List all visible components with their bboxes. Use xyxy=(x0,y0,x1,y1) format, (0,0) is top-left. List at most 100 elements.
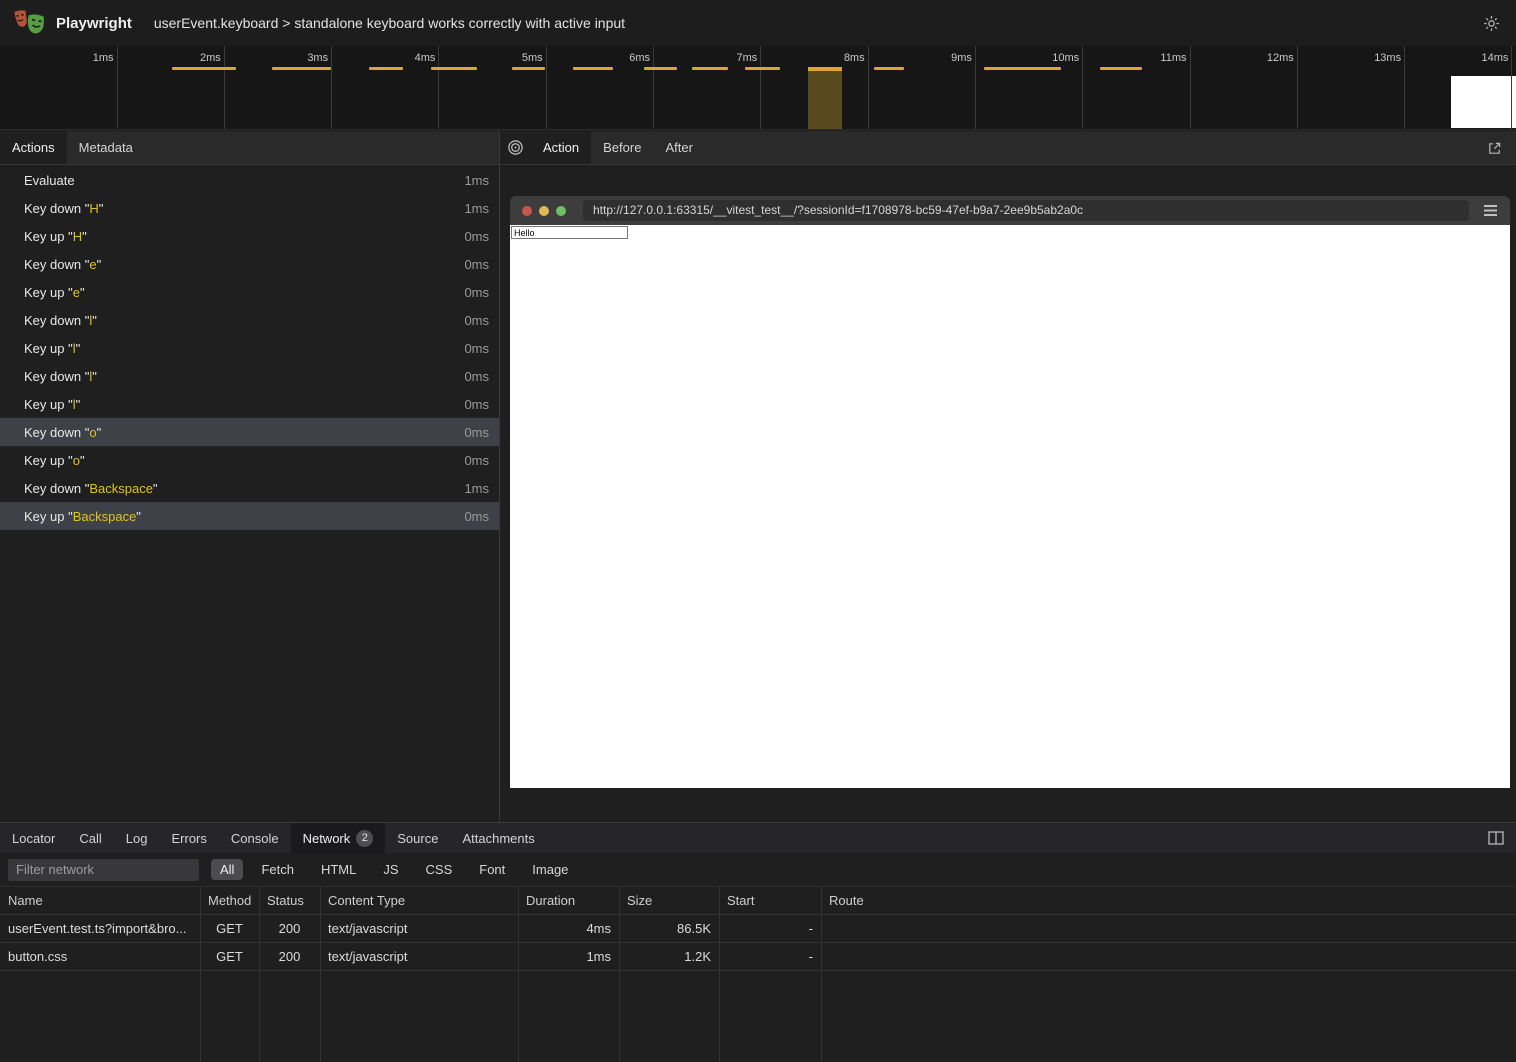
column-header-contenttype[interactable]: Content Type xyxy=(320,893,518,908)
action-row[interactable]: Key up "e"0ms xyxy=(0,278,499,306)
cell-name: userEvent.test.ts?import&bro... xyxy=(0,921,200,936)
action-row[interactable]: Key down "o" 0ms xyxy=(0,418,499,446)
browser-chrome: http://127.0.0.1:63315/__vitest_test__/?… xyxy=(510,196,1510,225)
tab-source[interactable]: Source xyxy=(385,823,450,853)
timeline-gridline xyxy=(975,46,976,129)
film-strip-thumbnail[interactable] xyxy=(1451,76,1516,128)
timeline-gridline xyxy=(546,46,547,129)
timeline-tick-label: 10ms xyxy=(1027,52,1079,64)
tab-network-label: Network xyxy=(303,831,351,846)
action-row[interactable]: Key up "Backspace"0ms xyxy=(0,502,499,530)
key-value: e xyxy=(89,257,96,272)
filter-chip-js[interactable]: JS xyxy=(374,859,407,880)
filter-network-input[interactable] xyxy=(8,859,199,881)
network-row[interactable]: button.cssGET200text/javascript1ms1.2K- xyxy=(0,943,1516,971)
key-value: Backspace xyxy=(89,481,153,496)
tab-locator[interactable]: Locator xyxy=(0,823,67,853)
action-row[interactable]: Key down "l"0ms xyxy=(0,362,499,390)
tab-locator-label: Locator xyxy=(12,831,55,846)
action-row[interactable]: Key down "Backspace"1ms xyxy=(0,474,499,502)
timeline-gridline xyxy=(224,46,225,129)
column-header-duration[interactable]: Duration xyxy=(518,893,619,908)
timeline-action-bar xyxy=(172,67,236,70)
tab-actions[interactable]: Actions xyxy=(0,131,67,164)
settings-button[interactable] xyxy=(1478,10,1504,36)
column-header-route[interactable]: Route xyxy=(821,893,1516,908)
action-label: Key down "o" xyxy=(24,425,101,440)
tab-console[interactable]: Console xyxy=(219,823,291,853)
network-count-badge: 2 xyxy=(356,830,373,847)
action-row[interactable]: Key up "o"0ms xyxy=(0,446,499,474)
action-label: Key down "e" xyxy=(24,257,101,272)
open-snapshot-button[interactable] xyxy=(1480,131,1508,165)
timeline-gridline xyxy=(760,46,761,129)
column-header-name[interactable]: Name xyxy=(0,893,200,908)
traffic-light-red-icon xyxy=(522,206,532,216)
timeline-gridline xyxy=(1297,46,1298,129)
action-label: Key up "H" xyxy=(24,229,87,244)
network-toolbar: All Fetch HTML JS CSS Font Image xyxy=(0,853,1516,886)
cell-size: 86.5K xyxy=(619,921,719,936)
action-duration: 1ms xyxy=(464,173,489,188)
cell-contenttype: text/javascript xyxy=(320,921,518,936)
snapshot-tab-strip: Action BeforeAfter xyxy=(500,131,1516,165)
filter-chip-html[interactable]: HTML xyxy=(312,859,365,880)
action-row[interactable]: Key up "H"0ms xyxy=(0,222,499,250)
timeline-gridline xyxy=(117,46,118,129)
app-title: Playwright xyxy=(56,15,132,32)
tab-before[interactable]: Before xyxy=(591,131,653,164)
column-header-size[interactable]: Size xyxy=(619,893,719,908)
action-row[interactable]: Key up "l" 0ms xyxy=(0,390,499,418)
timeline-selected-range xyxy=(808,67,842,129)
filter-chip-all[interactable]: All xyxy=(211,859,243,880)
action-duration: 0ms xyxy=(464,313,489,328)
column-header-start[interactable]: Start xyxy=(719,893,821,908)
tab-log[interactable]: Log xyxy=(114,823,160,853)
toggle-layout-button[interactable] xyxy=(1482,823,1510,853)
action-row[interactable]: Evaluate 1ms xyxy=(0,166,499,194)
filter-chip-css[interactable]: CSS xyxy=(417,859,462,880)
tab-call[interactable]: Call xyxy=(67,823,113,853)
tab-network[interactable]: Network 2 xyxy=(291,823,386,853)
action-duration: 0ms xyxy=(464,285,489,300)
column-header-method[interactable]: Method xyxy=(200,893,259,908)
traffic-light-green-icon xyxy=(556,206,566,216)
action-label: Evaluate xyxy=(24,173,75,188)
tab-action[interactable]: Action xyxy=(531,131,591,164)
timeline-tick-label: 7ms xyxy=(705,52,757,64)
tab-attachments[interactable]: Attachments xyxy=(450,823,546,853)
key-value: e xyxy=(73,285,80,300)
column-header-status[interactable]: Status xyxy=(259,893,320,908)
text-input[interactable] xyxy=(511,226,628,239)
filter-chip-image[interactable]: Image xyxy=(523,859,577,880)
action-row[interactable]: Key down "H"1ms xyxy=(0,194,499,222)
tab-source-label: Source xyxy=(397,831,438,846)
action-duration: 0ms xyxy=(464,341,489,356)
action-row[interactable]: Key up "l"0ms xyxy=(0,334,499,362)
filter-chip-fetch[interactable]: Fetch xyxy=(252,859,303,880)
action-row[interactable]: Key down "l" 0ms xyxy=(0,306,499,334)
details-tab-strip: Locator CallLogErrorsConsole Network 2 Sourc… xyxy=(0,823,1516,853)
tab-after[interactable]: After xyxy=(653,131,704,164)
action-duration: 0ms xyxy=(464,397,489,412)
filter-chip-font[interactable]: Font xyxy=(470,859,514,880)
timeline-tick-label: 5ms xyxy=(491,52,543,64)
action-label: Key up "l" xyxy=(24,397,80,412)
tab-errors[interactable]: Errors xyxy=(159,823,218,853)
cell-start: - xyxy=(719,949,821,964)
action-duration: 0ms xyxy=(464,453,489,468)
pick-locator-button[interactable] xyxy=(500,131,531,164)
timeline-action-bar xyxy=(745,67,780,70)
timeline-action-bar xyxy=(369,67,403,70)
action-duration: 0ms xyxy=(464,425,489,440)
tab-metadata[interactable]: Metadata xyxy=(67,131,145,164)
network-row[interactable]: userEvent.test.ts?import&bro...GET200tex… xyxy=(0,915,1516,943)
action-label: Key down "l" xyxy=(24,313,97,328)
timeline-tick-label: 6ms xyxy=(598,52,650,64)
network-table: NameMethodStatusContent TypeDurationSize… xyxy=(0,886,1516,1062)
tab-action-label: Action xyxy=(543,140,579,155)
timeline-ruler[interactable]: 1ms2ms3ms4ms5ms6ms7ms8ms9ms10ms11ms12ms1… xyxy=(0,46,1516,130)
action-row[interactable]: Key down "e"0ms xyxy=(0,250,499,278)
hamburger-menu-icon xyxy=(1483,204,1498,217)
split-columns-icon xyxy=(1488,831,1504,845)
